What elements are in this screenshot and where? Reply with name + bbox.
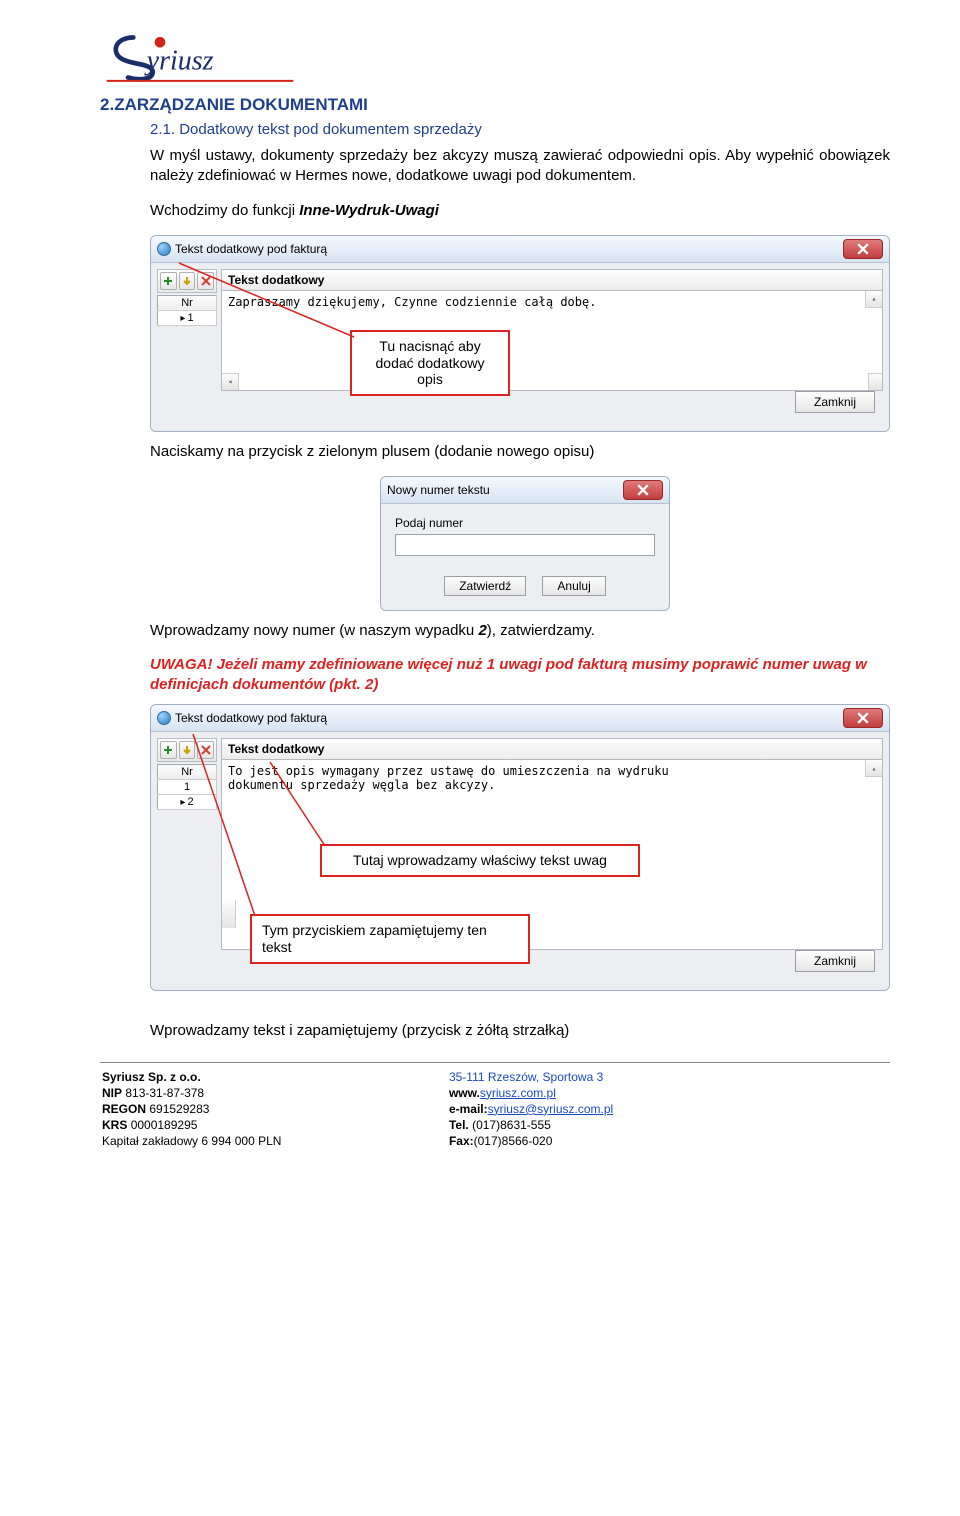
toolbar [157, 269, 217, 293]
window-title: Tekst dodatkowy pod fakturą [175, 242, 843, 256]
nr-row[interactable]: 2 [158, 795, 217, 810]
scroll-left[interactable]: ◂ [222, 373, 239, 390]
callout-save-button: Tym przyciskiem zapamiętujemy ten tekst [250, 914, 530, 964]
syriusz-logo: yriusz [100, 30, 300, 85]
close-window-button[interactable]: Zamknij [795, 950, 875, 972]
save-button[interactable] [179, 272, 196, 290]
dialog-title: Nowy numer tekstu [387, 483, 623, 497]
close-button[interactable] [623, 480, 663, 500]
add-button[interactable] [160, 272, 177, 290]
text-column-header: Tekst dodatkowy [221, 269, 883, 291]
section-heading: 2.ZARZĄDZANIE DOKUMENTAMI [100, 95, 890, 115]
text-column-header: Tekst dodatkowy [221, 738, 883, 760]
delete-button[interactable] [197, 272, 214, 290]
add-button[interactable] [160, 741, 177, 759]
close-button[interactable] [843, 708, 883, 728]
nr-header: Nr [158, 765, 217, 780]
subsection-heading: 2.1. Dodatkowy tekst pod dokumentem sprz… [150, 121, 890, 138]
footer: Syriusz Sp. z o.o. NIP 813-31-87-378 REG… [100, 1067, 890, 1152]
paragraph-1: W myśl ustawy, dokumenty sprzedaży bez a… [150, 146, 890, 187]
window-tekst-dodatkowy-1: Tekst dodatkowy pod fakturą Nr [150, 235, 890, 432]
delete-button[interactable] [197, 741, 214, 759]
close-icon [637, 484, 649, 496]
nr-table: Nr 1 [157, 295, 217, 326]
logo: yriusz [100, 30, 890, 89]
confirm-button[interactable]: Zatwierdź [444, 576, 526, 596]
globe-icon [157, 711, 171, 725]
footer-www-link[interactable]: syriusz.com.pl [480, 1086, 556, 1100]
dialog-nowy-numer: Nowy numer tekstu Podaj numer Zatwierdź … [380, 476, 670, 611]
svg-text:yriusz: yriusz [144, 46, 214, 77]
paragraph-3: Naciskamy na przycisk z zielonym plusem … [150, 442, 890, 462]
paragraph-5: Wprowadzamy tekst i zapamiętujemy (przyc… [150, 1021, 890, 1041]
callout-add-description: Tu nacisnąć aby dodać dodatkowy opis [350, 330, 510, 396]
nr-table: Nr 1 2 [157, 764, 217, 810]
nr-header: Nr [158, 295, 217, 310]
text-area[interactable]: Zapraszamy dziękujemy, Czynne codziennie… [221, 291, 883, 391]
paragraph-4: Wprowadzamy nowy numer (w naszym wypadku… [150, 621, 890, 641]
close-icon [857, 712, 869, 724]
cancel-button[interactable]: Anuluj [542, 576, 605, 596]
scroll-up[interactable]: ▴ [865, 760, 882, 777]
paragraph-2: Wchodzimy do funkcji Inne-Wydruk-Uwagi [150, 201, 890, 221]
close-icon [857, 243, 869, 255]
nr-row[interactable]: 1 [158, 310, 217, 325]
callout-enter-text: Tutaj wprowadzamy właściwy tekst uwag [320, 844, 640, 877]
toolbar [157, 738, 217, 762]
dialog-label: Podaj numer [395, 516, 655, 530]
scroll-thumb[interactable] [222, 900, 236, 928]
window-title: Tekst dodatkowy pod fakturą [175, 711, 843, 725]
warning-note: UWAGA! Jeżeli mamy zdefiniowane więcej n… [150, 655, 890, 694]
nr-row[interactable]: 1 [158, 780, 217, 795]
close-window-button[interactable]: Zamknij [795, 391, 875, 413]
save-button[interactable] [179, 741, 196, 759]
footer-email-link[interactable]: syriusz@syriusz.com.pl [488, 1102, 614, 1116]
close-button[interactable] [843, 239, 883, 259]
number-input[interactable] [395, 534, 655, 556]
scroll-up[interactable]: ▴ [865, 291, 882, 308]
resize-grip[interactable] [868, 373, 882, 390]
globe-icon [157, 242, 171, 256]
